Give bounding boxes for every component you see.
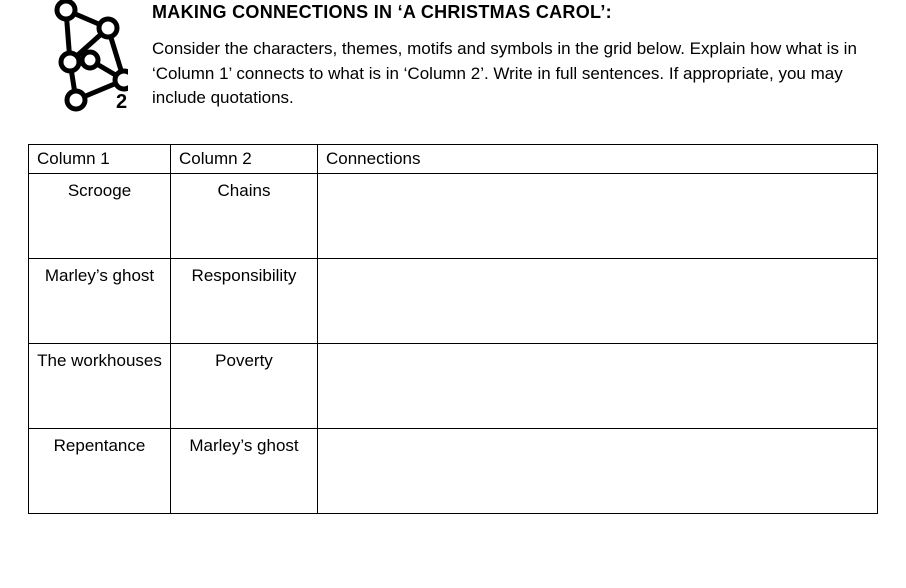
cell-text: Marley’s ghost: [35, 265, 164, 286]
cell-col2: Marley’s ghost: [171, 429, 318, 514]
cell-col1: Marley’s ghost: [29, 259, 171, 344]
connections-table: Column 1 Column 2 Connections Scrooge Ch…: [28, 144, 878, 514]
header-col2: Column 2: [171, 145, 318, 174]
header-col3: Connections: [318, 145, 878, 174]
cell-col1: Repentance: [29, 429, 171, 514]
cell-col2: Poverty: [171, 344, 318, 429]
cell-text: Responsibility: [177, 265, 311, 286]
table-row: Repentance Marley’s ghost: [29, 429, 878, 514]
table-row: The workhouses Poverty: [29, 344, 878, 429]
cell-col1: Scrooge: [29, 174, 171, 259]
header: 2 MAKING CONNECTIONS IN ‘A CHRISTMAS CAR…: [0, 0, 906, 120]
cell-connections[interactable]: [318, 344, 878, 429]
worksheet-title: MAKING CONNECTIONS IN ‘A CHRISTMAS CAROL…: [152, 2, 878, 23]
connections-grid: Column 1 Column 2 Connections Scrooge Ch…: [28, 144, 878, 514]
cell-connections[interactable]: [318, 259, 878, 344]
cell-connections[interactable]: [318, 429, 878, 514]
connections-graph-icon: 2: [28, 0, 128, 120]
worksheet-page: 2 MAKING CONNECTIONS IN ‘A CHRISTMAS CAR…: [0, 0, 906, 588]
cell-text: Chains: [177, 180, 311, 201]
icon-number: 2: [116, 91, 127, 113]
cell-text: Repentance: [35, 435, 164, 456]
cell-col2: Responsibility: [171, 259, 318, 344]
table-header-row: Column 1 Column 2 Connections: [29, 145, 878, 174]
cell-col2: Chains: [171, 174, 318, 259]
worksheet-instructions: Consider the characters, themes, motifs …: [152, 37, 878, 111]
cell-text: The workhouses: [35, 350, 164, 371]
table-row: Scrooge Chains: [29, 174, 878, 259]
cell-text: Poverty: [177, 350, 311, 371]
cell-text: Marley’s ghost: [177, 435, 311, 456]
header-col1: Column 1: [29, 145, 171, 174]
header-text: MAKING CONNECTIONS IN ‘A CHRISTMAS CAROL…: [128, 0, 878, 111]
cell-connections[interactable]: [318, 174, 878, 259]
cell-text: Scrooge: [35, 180, 164, 201]
table-row: Marley’s ghost Responsibility: [29, 259, 878, 344]
cell-col1: The workhouses: [29, 344, 171, 429]
